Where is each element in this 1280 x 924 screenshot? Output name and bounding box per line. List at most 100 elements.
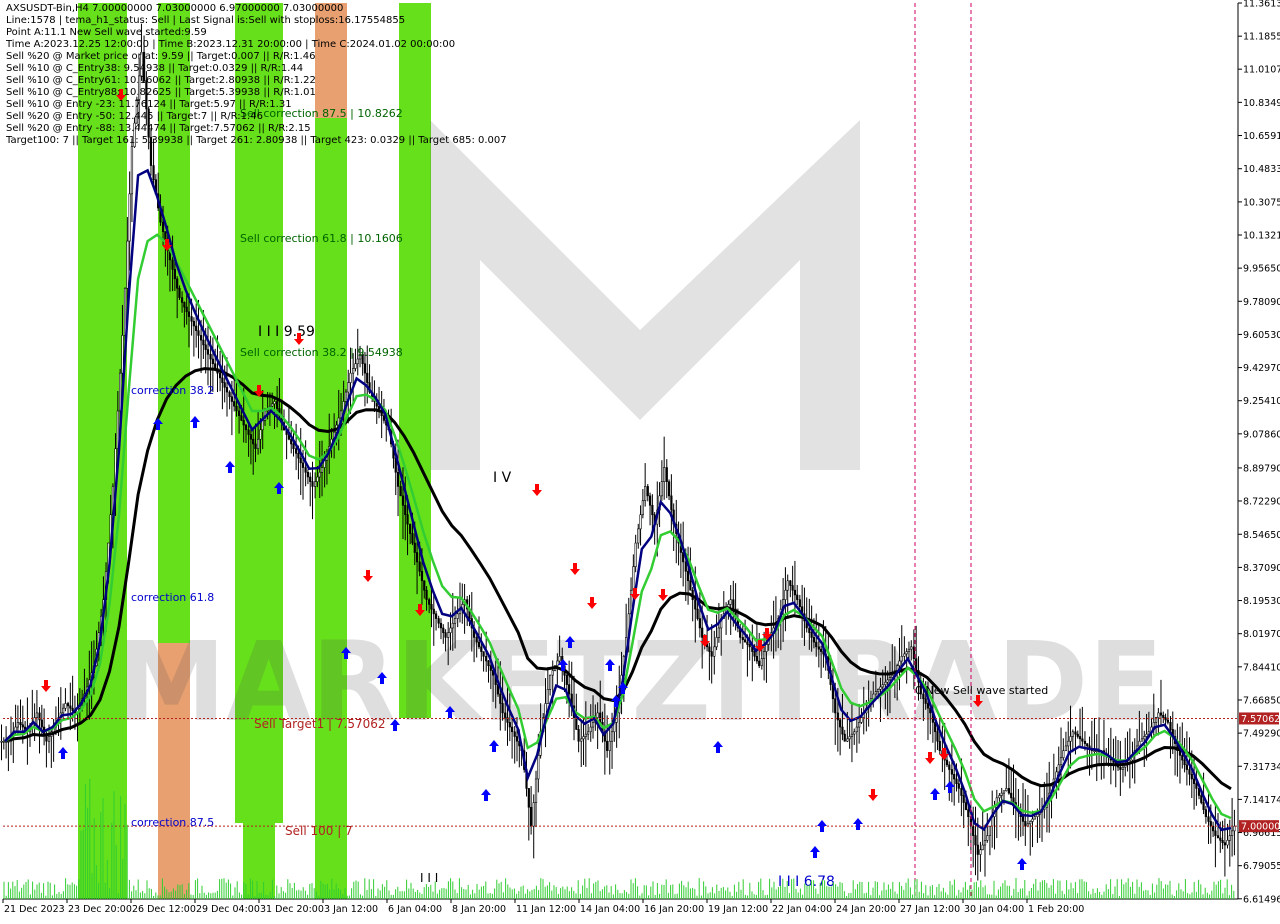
- candle-body: [582, 736, 585, 740]
- candle-body: [855, 726, 858, 733]
- candle-body: [240, 415, 243, 421]
- candle-body: [983, 840, 987, 846]
- x-tick-label: 30 Jan 04:00: [964, 904, 1024, 915]
- x-tick-label: 1 Feb 20:00: [1028, 904, 1084, 915]
- candle-body: [964, 802, 968, 810]
- candle-body: [1007, 788, 1011, 794]
- candle-body: [591, 722, 595, 728]
- candle-body: [432, 608, 435, 615]
- info-line: Target100: 7 || Target 161: 5.39938 || T…: [6, 135, 507, 146]
- candle-body: [789, 580, 792, 586]
- candle-body: [1074, 731, 1077, 735]
- candle-body: [434, 613, 438, 619]
- candle-body: [1200, 795, 1203, 803]
- candle-body: [47, 736, 51, 742]
- annotation-label: correction 61.8: [131, 591, 214, 604]
- candle-body: [444, 632, 447, 638]
- candle-body: [2, 740, 5, 743]
- candle-body: [962, 795, 965, 803]
- candle-body: [708, 646, 711, 652]
- candle-body: [128, 193, 131, 242]
- candle-body: [1076, 733, 1079, 737]
- candle-body: [406, 514, 409, 525]
- candle-body: [1062, 750, 1065, 759]
- candle-body: [834, 698, 837, 714]
- candle-body: [499, 693, 502, 704]
- candle-body: [879, 686, 882, 690]
- candle-body: [903, 653, 906, 657]
- candle-body: [480, 646, 483, 652]
- candle-body: [515, 736, 519, 742]
- candle-body: [456, 613, 459, 619]
- y-tick-label: 7.49290: [1243, 729, 1280, 740]
- candle-body: [812, 637, 816, 643]
- candle-body: [815, 641, 818, 648]
- candle-body: [898, 660, 901, 667]
- candle-body: [701, 627, 704, 638]
- candle-body: [1071, 731, 1074, 737]
- x-tick-label: 29 Dec 04:00: [196, 904, 260, 915]
- candle-body: [953, 773, 956, 780]
- candle-body: [425, 589, 428, 600]
- candle-body: [1157, 712, 1160, 718]
- candle-body: [537, 755, 540, 780]
- candle-body: [1159, 712, 1163, 716]
- candle-body: [843, 733, 846, 742]
- candle-body: [1204, 809, 1207, 818]
- candle-body: [297, 453, 300, 459]
- candle-body: [237, 410, 241, 416]
- candle-body: [257, 438, 260, 449]
- candle-body: [195, 325, 198, 332]
- candle-body: [696, 608, 699, 619]
- candle-body: [912, 646, 915, 659]
- candle-body: [1140, 738, 1144, 742]
- candle-body: [530, 806, 533, 827]
- x-tick-label: 19 Jan 12:00: [708, 904, 768, 915]
- candle-body: [646, 486, 649, 497]
- candle-body: [632, 566, 635, 591]
- candle-body: [363, 363, 367, 374]
- candle-body: [793, 589, 797, 596]
- candle-body: [187, 311, 191, 317]
- annotation-label: correction 87.5: [131, 816, 214, 829]
- candle-body: [715, 637, 718, 648]
- candle-body: [1214, 830, 1217, 836]
- x-tick-label: 6 Jan 04:00: [388, 904, 442, 915]
- candle-body: [660, 481, 663, 497]
- candle-body: [1059, 757, 1063, 766]
- candle-body: [1202, 802, 1205, 810]
- candle-body: [839, 719, 842, 728]
- candle-body: [1029, 821, 1032, 825]
- candle-body: [437, 618, 440, 624]
- x-tick-label: 24 Jan 20:00: [836, 904, 896, 915]
- candle-body: [242, 420, 245, 426]
- candle-body: [791, 585, 794, 591]
- candle-body: [1081, 738, 1084, 742]
- candle-body: [639, 514, 642, 530]
- candle-body: [301, 462, 305, 468]
- y-tick-label: 11.36130: [1243, 0, 1280, 10]
- candle-body: [413, 542, 416, 553]
- candle-body: [344, 391, 348, 402]
- candle-body: [748, 644, 751, 648]
- candle-body: [599, 712, 602, 723]
- candle-body: [1233, 825, 1236, 832]
- candle-body: [1093, 750, 1096, 752]
- info-line: Sell %10 @ C_Entry88: 10.82625 || Target…: [6, 87, 316, 98]
- candle-body: [447, 632, 450, 638]
- candle-body: [202, 339, 205, 346]
- candle-body: [352, 368, 355, 374]
- candle-body: [475, 637, 478, 643]
- candle-body: [910, 646, 913, 650]
- candle-body: [214, 363, 217, 369]
- candle-body: [798, 599, 801, 608]
- y-tick-label: 9.07860: [1243, 429, 1280, 440]
- x-tick-label: 22 Jan 04:00: [772, 904, 832, 915]
- candle-body: [1031, 818, 1034, 822]
- y-tick-label: 9.25410: [1243, 396, 1280, 407]
- y-tick-label: 9.78090: [1243, 297, 1280, 308]
- price-chart[interactable]: MARKETZITRADE11.3613011.1855011.0107110.…: [0, 0, 1280, 920]
- candle-body: [1219, 837, 1222, 841]
- candle-body: [318, 471, 321, 478]
- candle-body: [1221, 840, 1224, 843]
